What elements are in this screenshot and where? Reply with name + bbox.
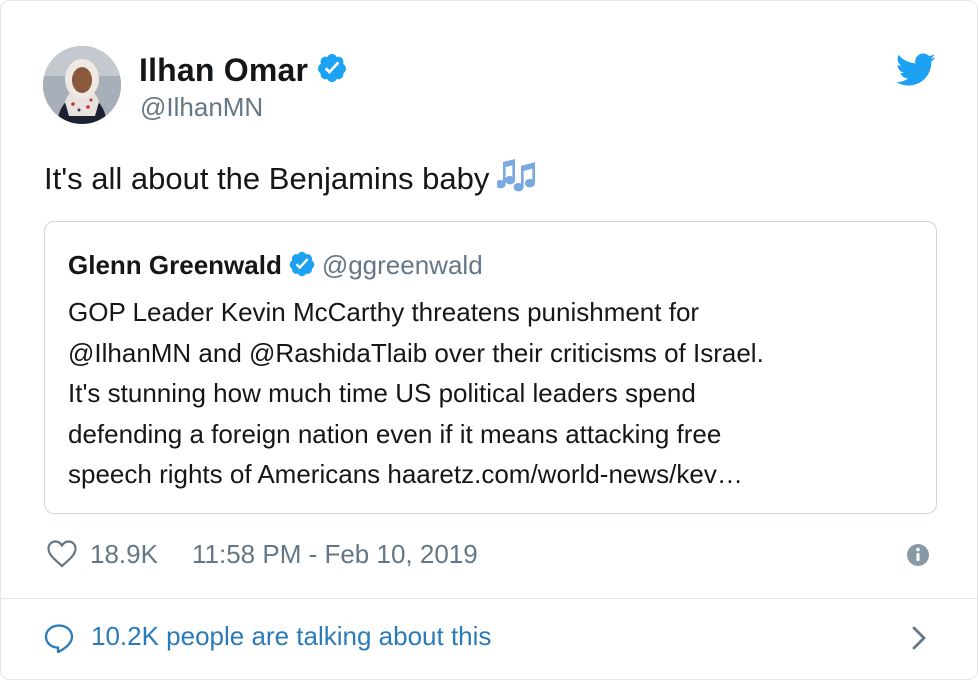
author-name-text[interactable]: Ilhan Omar: [139, 52, 308, 88]
chevron-right-icon[interactable]: [909, 624, 929, 657]
tweet-text-content: It's all about the Benjamins baby: [44, 161, 490, 196]
tweet-card: Ilhan Omar @IlhanMN It's all about the B…: [0, 0, 978, 680]
footer-divider: [1, 598, 977, 599]
quoted-text-line: defending a foreign nation even if it me…: [68, 418, 722, 449]
conversation-count[interactable]: 10.2K people are talking about this: [91, 621, 491, 652]
twitter-bird-icon[interactable]: [895, 53, 936, 87]
tweet-header: Ilhan Omar @IlhanMN: [43, 46, 933, 126]
musical-notes-icon: [495, 156, 537, 202]
author-handle[interactable]: @IlhanMN: [140, 92, 263, 123]
avatar[interactable]: [43, 46, 121, 124]
quoted-tweet-text: GOP Leader Kevin McCarthy threatens puni…: [68, 292, 918, 495]
speech-bubble-icon: [43, 622, 75, 659]
quoted-text-line: @IlhanMN and @RashidaTlaib over their cr…: [68, 337, 764, 368]
like-count[interactable]: 18.9K: [90, 539, 158, 570]
heart-icon[interactable]: [46, 539, 78, 574]
quoted-text-line: It's stunning how much time US political…: [68, 378, 696, 408]
conversation-link[interactable]: 10.2K people are talking about this: [43, 618, 935, 658]
tweet-timestamp[interactable]: 11:58 PM - Feb 10, 2019: [192, 539, 478, 570]
verified-badge-icon: [288, 250, 316, 283]
tweet-text: It's all about the Benjamins baby: [44, 156, 537, 202]
quoted-tweet[interactable]: Glenn Greenwald @ggreenwald GOP Leader Ke…: [44, 221, 937, 514]
quoted-author-handle: @ggreenwald: [321, 250, 483, 280]
verified-badge-icon: [316, 52, 348, 92]
author-name[interactable]: Ilhan Omar: [139, 52, 348, 92]
quoted-text-line: speech rights of Americans haaretz.com/w…: [68, 459, 743, 489]
quoted-tweet-header: Glenn Greenwald @ggreenwald: [68, 250, 483, 283]
info-icon[interactable]: [906, 543, 930, 572]
tweet-meta: 18.9K 11:58 PM - Feb 10, 2019: [46, 535, 936, 575]
quoted-author-name: Glenn Greenwald: [68, 250, 282, 280]
quoted-text-line: GOP Leader Kevin McCarthy threatens puni…: [68, 297, 700, 327]
